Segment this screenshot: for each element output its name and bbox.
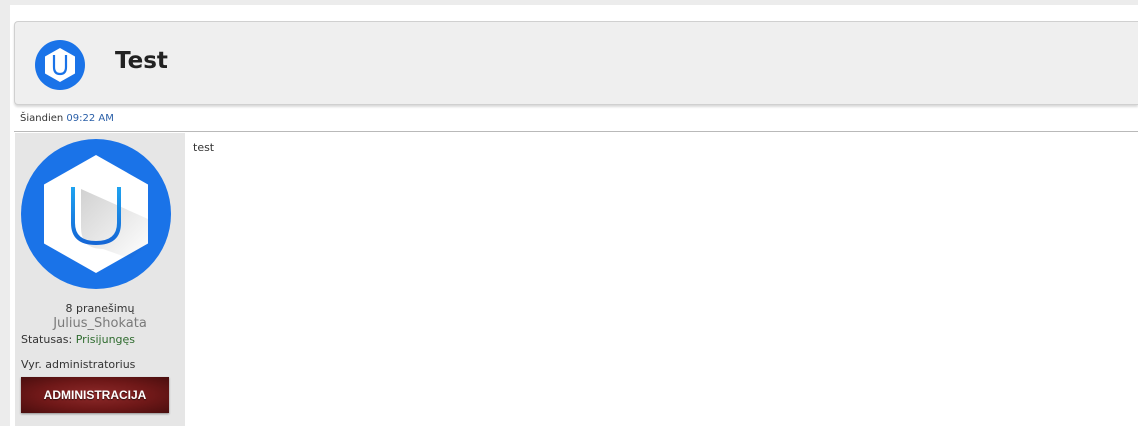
ucoz-logo-icon: [35, 40, 85, 90]
username[interactable]: Julius_Shokata: [15, 316, 185, 331]
divider: [14, 131, 1138, 132]
post-body: test: [193, 141, 215, 154]
status-label: Statusas:: [21, 333, 73, 346]
user-rank: Vyr. administratorius: [21, 358, 136, 371]
topic-header: Test: [14, 21, 1138, 105]
rank-badge: ADMINISTRACIJA: [21, 377, 169, 413]
post-date-label: Šiandien: [20, 113, 64, 124]
post-date: Šiandien 09:22 AM: [20, 113, 114, 124]
user-avatar[interactable]: [21, 139, 171, 289]
post-time: 09:22 AM: [66, 113, 114, 124]
posts-count: 8 pranešimų: [65, 302, 135, 315]
topic-title: Test: [115, 48, 168, 74]
author-sidebar: 8 pranešimų Julius_Shokata Statusas: Pri…: [15, 133, 185, 426]
status-value: Prisijungęs: [75, 333, 136, 346]
user-status: Statusas: Prisijungęs: [21, 333, 135, 346]
